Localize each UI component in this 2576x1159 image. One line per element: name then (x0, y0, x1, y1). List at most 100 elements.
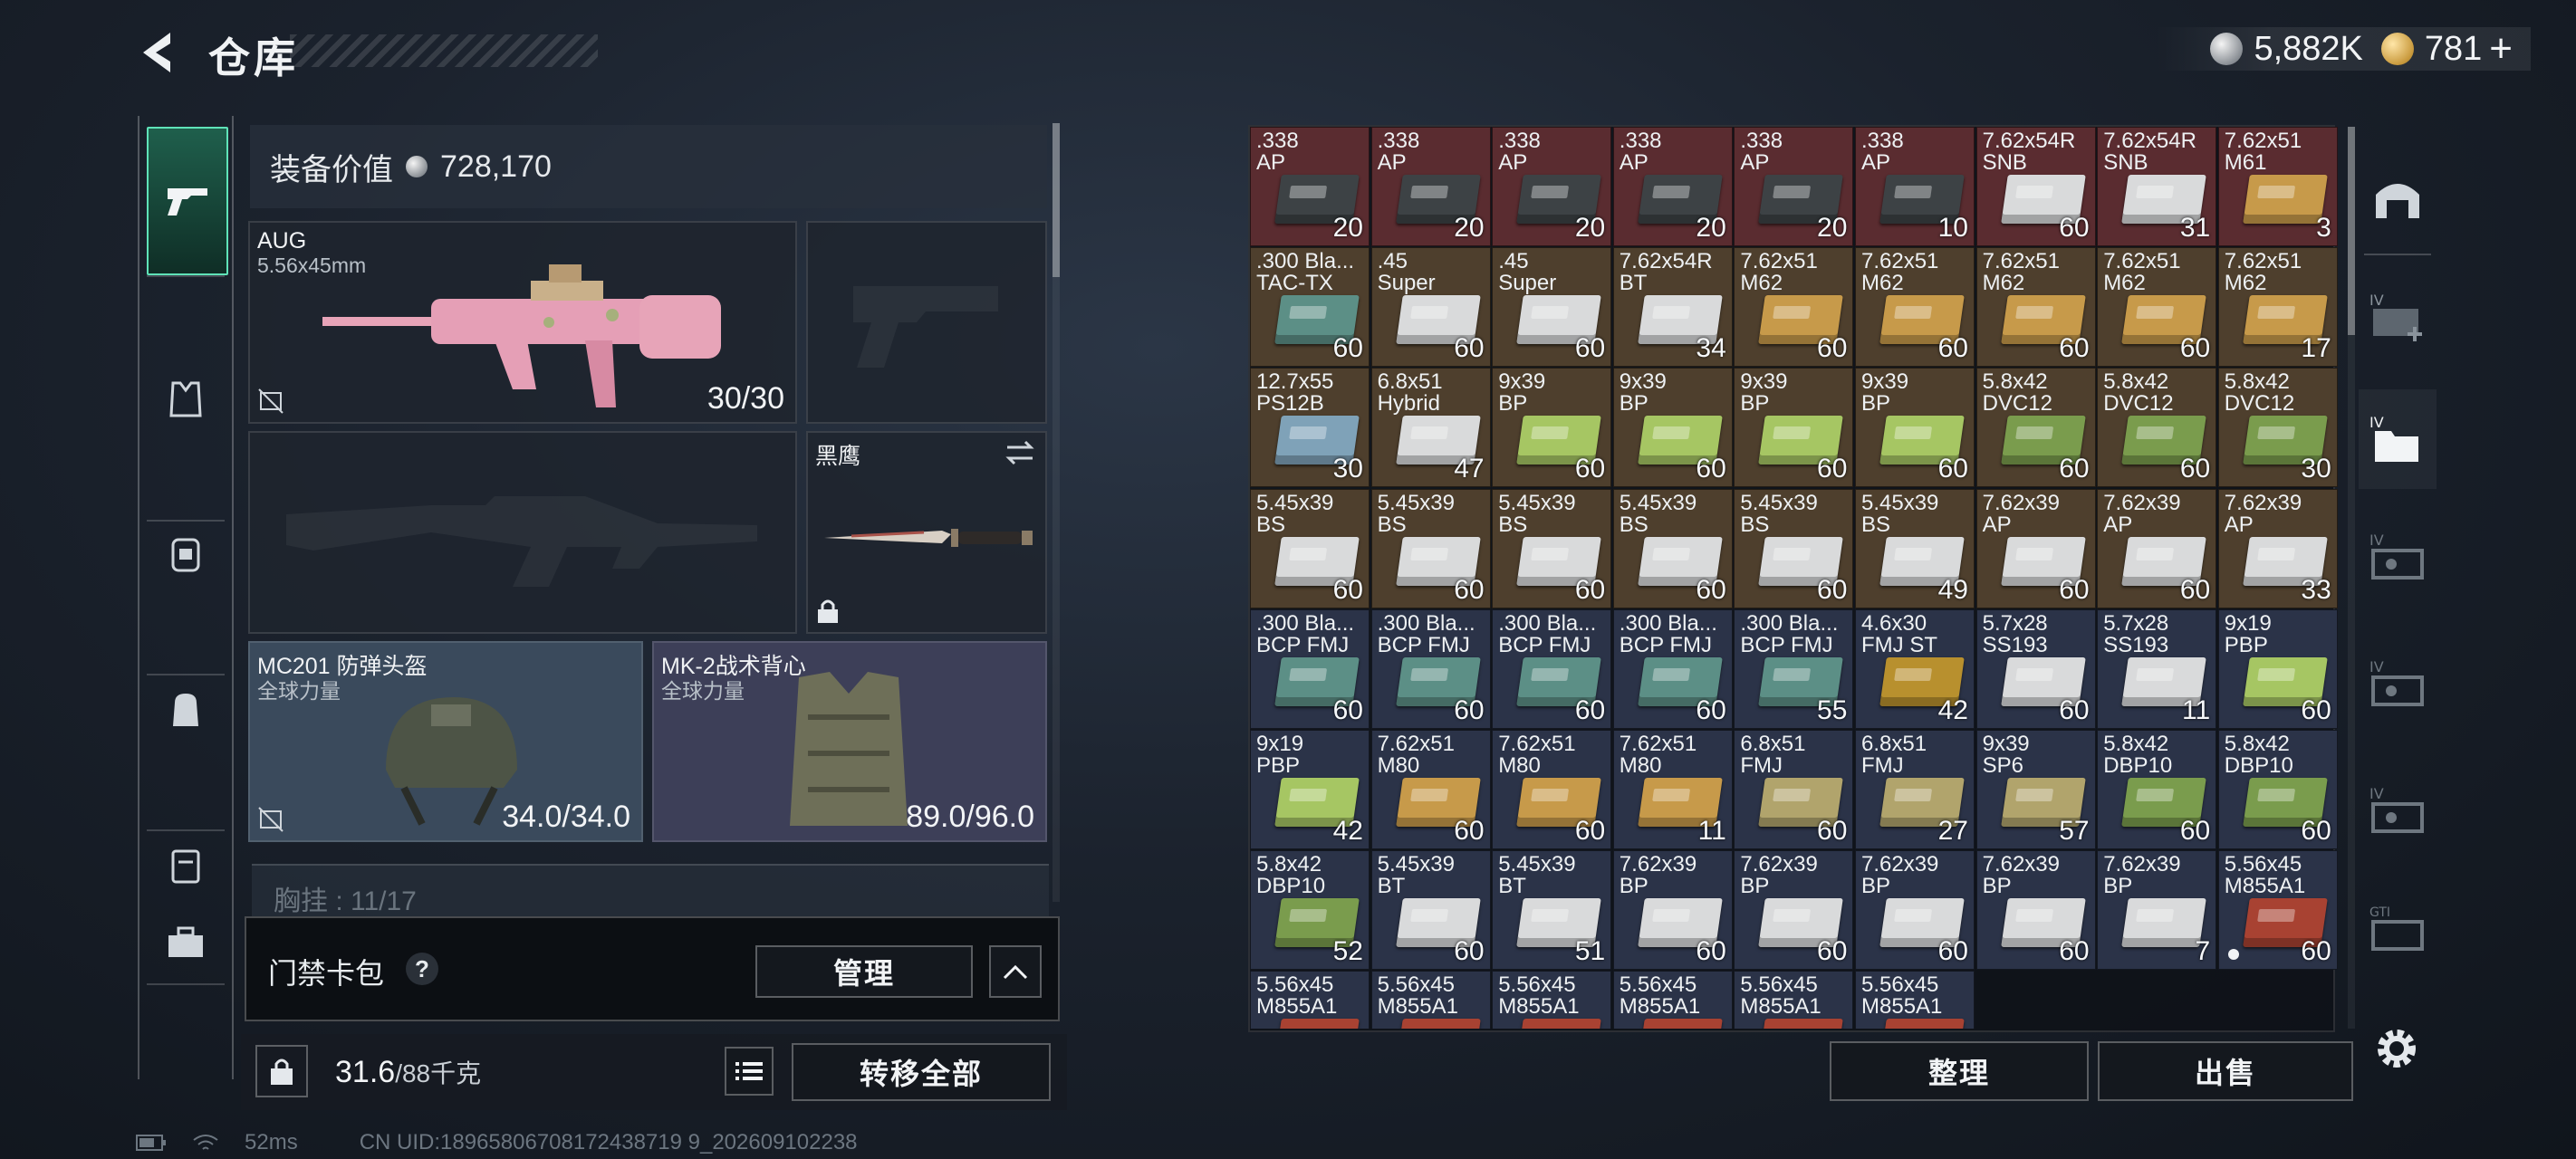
tab-key-case-1[interactable]: IV (2359, 507, 2437, 607)
tab-stash[interactable] (2359, 148, 2437, 248)
stash-item[interactable]: .300 Bla... BCP FMJ 55 (1734, 608, 1854, 729)
stash-item[interactable]: 6.8x51 FMJ 60 (1734, 730, 1854, 849)
stash-item[interactable]: .300 Bla... BCP FMJ 60 (1612, 608, 1733, 729)
stash-item[interactable]: 7.62x54R SNB 60 (1975, 127, 2096, 246)
stash-item[interactable]: 12.7x55 PS12B 30 (1250, 368, 1370, 488)
stash-item[interactable]: 7.62x51 M62 60 (2097, 247, 2217, 368)
slot-secondary-weapon-empty[interactable] (248, 431, 797, 634)
stash-item[interactable]: .338 AP 10 (1855, 127, 1975, 246)
stash-item[interactable]: 5.56x45 M855A1 (1734, 971, 1854, 1029)
slot-armor-vest[interactable]: MK-2战术背心 全球力量 89.0/96.0 (652, 641, 1047, 842)
manage-button[interactable]: 管理 (755, 945, 973, 998)
tab-key-case-2[interactable]: IV (2359, 634, 2437, 733)
stash-item[interactable]: .300 Bla... BCP FMJ 60 (1370, 608, 1491, 729)
stash-item[interactable]: 5.56x45 M855A1 (1492, 971, 1612, 1029)
stash-item[interactable]: 5.8x42 DVC12 60 (1975, 368, 2096, 488)
stash-item[interactable]: 7.62x51 M62 60 (1975, 247, 2096, 368)
stash-item[interactable]: 5.7x28 SS193 60 (1975, 608, 2096, 729)
stash-item[interactable]: 5.56x45 M855A1 (1250, 971, 1370, 1029)
stash-item[interactable]: 9x39 BP 60 (1855, 368, 1975, 488)
stash-item[interactable]: 5.7x28 SS193 11 (2097, 608, 2217, 729)
stash-item[interactable]: 5.56x45 M855A1 (1855, 971, 1975, 1029)
stash-item[interactable]: 7.62x51 M80 60 (1492, 730, 1612, 849)
stash-item[interactable]: 5.8x42 DBP10 52 (1250, 850, 1370, 971)
stash-item[interactable]: .338 AP 20 (1250, 127, 1370, 246)
stash-item[interactable]: .45 Super 60 (1492, 247, 1612, 368)
help-icon[interactable]: ? (406, 953, 438, 985)
stash-item[interactable]: 5.8x42 DBP10 60 (2097, 730, 2217, 849)
tab-gti-case[interactable]: GTI (2359, 878, 2437, 978)
stash-item[interactable]: 7.62x51 M62 17 (2217, 247, 2338, 368)
stash-item[interactable]: 7.62x39 AP 60 (1975, 488, 2096, 608)
stash-item[interactable]: 5.45x39 BS 60 (1370, 488, 1491, 608)
stash-item[interactable]: 5.45x39 BS 60 (1250, 488, 1370, 608)
swap-icon[interactable] (1004, 440, 1036, 465)
slot-melee[interactable]: 黑鹰 (806, 431, 1047, 634)
stash-item[interactable]: 5.45x39 BT 60 (1370, 850, 1491, 971)
stash-item[interactable]: 7.62x51 M80 60 (1370, 730, 1491, 849)
stash-item[interactable]: 7.62x54R SNB 31 (2097, 127, 2217, 246)
stash-item[interactable]: 5.56x45 M855A1 (1612, 971, 1733, 1029)
stash-item[interactable]: .338 AP 20 (1492, 127, 1612, 246)
loadout-scrollbar[interactable] (1053, 123, 1060, 902)
stash-item[interactable]: 7.62x51 M80 11 (1612, 730, 1733, 849)
stash-item[interactable]: 5.8x42 DVC12 60 (2097, 368, 2217, 488)
stash-scrollbar[interactable] (2348, 127, 2355, 1029)
sort-button[interactable]: 整理 (1830, 1041, 2089, 1101)
nav-tab-case[interactable] (147, 826, 225, 904)
stash-item[interactable]: 9x39 BP 60 (1734, 368, 1854, 488)
stash-item[interactable]: .338 AP 20 (1612, 127, 1733, 246)
stash-item[interactable]: 5.45x39 BS 49 (1855, 488, 1975, 608)
stash-item[interactable]: 5.8x42 DVC12 30 (2217, 368, 2338, 488)
stash-item[interactable]: 5.45x39 BS 60 (1612, 488, 1733, 608)
stash-item[interactable]: 7.62x39 BP 60 (1855, 850, 1975, 971)
stash-item[interactable]: 7.62x39 BP 60 (1975, 850, 2096, 971)
stash-item[interactable]: .338 AP 20 (1370, 127, 1491, 246)
transfer-all-button[interactable]: 转移全部 (792, 1043, 1051, 1101)
nav-tab-id-bag[interactable] (147, 514, 225, 592)
stash-item[interactable]: 7.62x39 BP 60 (1734, 850, 1854, 971)
weight-lock-button[interactable] (255, 1045, 308, 1097)
stash-item[interactable]: 9x39 BP 60 (1612, 368, 1733, 488)
stash-item[interactable]: 6.8x51 Hybrid 47 (1370, 368, 1491, 488)
stash-item[interactable]: 4.6x30 FMJ ST 42 (1855, 608, 1975, 729)
settings-gear-icon[interactable] (2371, 1023, 2422, 1074)
stash-item[interactable]: 7.62x51 M62 60 (1855, 247, 1975, 368)
stash-item[interactable]: 9x19 PBP 42 (1250, 730, 1370, 849)
stash-item[interactable]: 7.62x39 BP 60 (1612, 850, 1733, 971)
stash-item[interactable]: 5.45x39 BT 51 (1492, 850, 1612, 971)
list-view-button[interactable] (725, 1047, 774, 1096)
nav-tab-backpack[interactable] (147, 670, 225, 748)
tab-folder-case[interactable]: IV (2359, 389, 2437, 489)
stash-item[interactable]: 7.62x51 M62 60 (1734, 247, 1854, 368)
stash-item[interactable]: 5.45x39 BS 60 (1492, 488, 1612, 608)
sell-button[interactable]: 出售 (2098, 1041, 2353, 1101)
currency-gold[interactable]: 781 + (2380, 26, 2513, 72)
back-arrow-icon[interactable] (134, 27, 185, 78)
nav-tab-toolbox[interactable] (147, 904, 225, 982)
add-currency-button[interactable]: + (2489, 26, 2513, 72)
collapse-button[interactable] (989, 945, 1042, 998)
stash-item[interactable]: 9x39 BP 60 (1492, 368, 1612, 488)
stash-item[interactable]: 7.62x51 M61 3 (2217, 127, 2338, 246)
stash-item[interactable]: 9x39 SP6 57 (1975, 730, 2096, 849)
stash-item[interactable]: 5.56x45 M855A1 (1370, 971, 1491, 1029)
stash-item[interactable]: 5.45x39 BS 60 (1734, 488, 1854, 608)
stash-item[interactable]: .300 Bla... BCP FMJ 60 (1492, 608, 1612, 729)
nav-tab-vest[interactable] (147, 360, 225, 438)
stash-item[interactable]: .300 Bla... BCP FMJ 60 (1250, 608, 1370, 729)
stash-item[interactable]: 5.8x42 DBP10 60 (2217, 730, 2338, 849)
stash-item[interactable]: 7.62x54R BT 34 (1612, 247, 1733, 368)
stash-item[interactable]: 6.8x51 FMJ 27 (1855, 730, 1975, 849)
tab-key-case-3[interactable]: IV (2359, 761, 2437, 860)
stash-item[interactable]: 9x19 PBP 60 (2217, 608, 2338, 729)
slot-helmet[interactable]: MC201 防弹头盔 全球力量 34.0/34.0 (248, 641, 643, 842)
slot-primary-weapon[interactable]: AUG 5.56x45mm 30/30 (248, 221, 797, 424)
stash-item[interactable]: 7.62x39 BP 7 (2097, 850, 2217, 971)
stash-item[interactable]: 5.56x45 M855A1 60 (2217, 850, 2338, 971)
chest-rig-row[interactable]: 胸挂 : 11/17 (252, 864, 1049, 920)
stash-item[interactable]: 7.62x39 AP 60 (2097, 488, 2217, 608)
stash-item[interactable]: .300 Bla... TAC-TX 60 (1250, 247, 1370, 368)
stash-item[interactable]: .45 Super 60 (1370, 247, 1491, 368)
stash-item[interactable]: 7.62x39 AP 33 (2217, 488, 2338, 608)
